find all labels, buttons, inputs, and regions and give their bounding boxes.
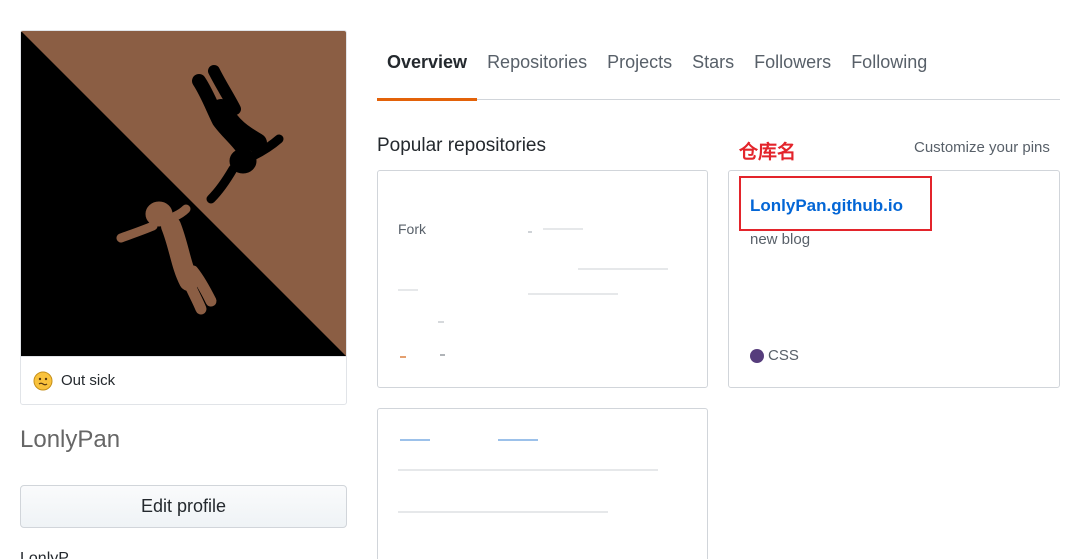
obscured-mark <box>400 439 430 441</box>
annotation-label: 仓库名 <box>739 141 797 163</box>
tab-stars[interactable]: Stars <box>682 40 744 100</box>
obscured-mark <box>398 469 658 471</box>
popular-repositories-title: Popular repositories <box>377 135 546 156</box>
profile-fullname: LonlyP.. <box>20 550 76 559</box>
obscured-mark <box>438 321 444 323</box>
obscured-mark <box>498 439 538 441</box>
profile-username: LonlyPan <box>20 426 121 453</box>
obscured-mark <box>398 511 608 513</box>
repo-language: CSS <box>750 347 799 364</box>
tab-repositories[interactable]: Repositories <box>477 40 597 100</box>
user-status[interactable]: Out sick <box>21 356 346 404</box>
repo-card[interactable]: Fork <box>377 170 708 388</box>
language-label: CSS <box>768 347 799 364</box>
fork-text: Fork <box>398 221 426 237</box>
obscured-mark <box>398 289 418 291</box>
repo-card[interactable] <box>377 408 708 559</box>
status-text: Out sick <box>61 372 116 389</box>
tab-overview[interactable]: Overview <box>377 40 478 101</box>
avatar-card: Out sick <box>20 30 347 405</box>
obscured-mark <box>400 356 406 358</box>
avatar[interactable] <box>21 31 346 356</box>
customize-pins-link[interactable]: Customize your pins <box>914 139 1050 156</box>
obscured-mark <box>528 231 532 233</box>
tab-followers[interactable]: Followers <box>744 40 841 100</box>
sick-face-icon <box>33 371 53 390</box>
obscured-mark <box>543 228 583 230</box>
obscured-mark <box>440 354 445 356</box>
repo-name-link[interactable]: LonlyPan.github.io <box>750 196 903 216</box>
repo-description: new blog <box>750 231 811 248</box>
repo-card[interactable]: LonlyPan.github.io new blog CSS <box>728 170 1060 388</box>
profile-tabs: Overview Repositories Projects Stars Fol… <box>377 40 1060 101</box>
edit-profile-button[interactable]: Edit profile <box>20 485 347 528</box>
tab-following[interactable]: Following <box>841 40 937 100</box>
language-color-dot <box>750 348 764 363</box>
tab-projects[interactable]: Projects <box>597 40 682 100</box>
obscured-mark <box>528 293 618 295</box>
obscured-mark <box>578 268 668 270</box>
